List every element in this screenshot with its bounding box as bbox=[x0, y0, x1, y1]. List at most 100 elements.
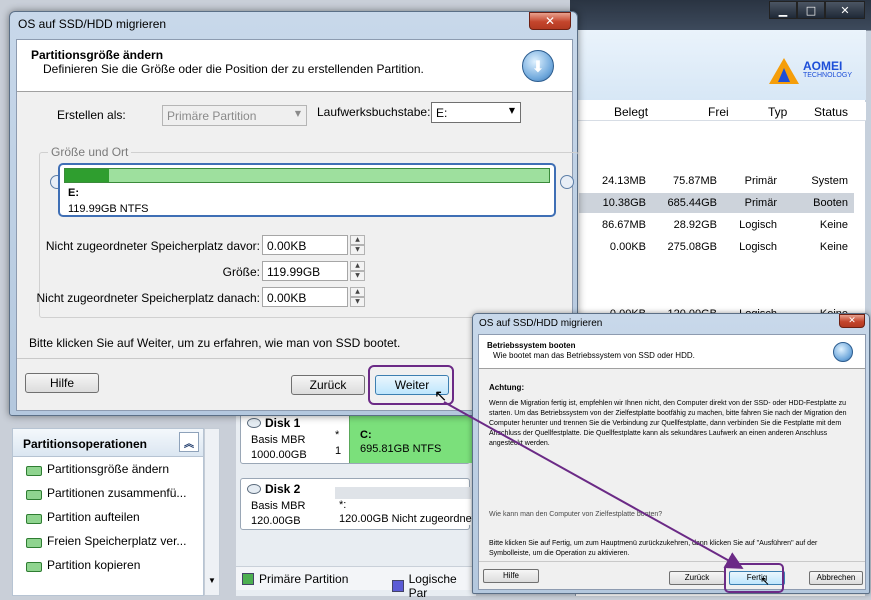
size-input[interactable]: 119.99GB bbox=[262, 261, 348, 281]
disk-type: Basis MBR bbox=[251, 434, 306, 446]
finish-button-highlight bbox=[724, 563, 784, 593]
column-frei[interactable]: Frei bbox=[708, 105, 729, 119]
partition-size: 120.00GB Nicht zugeordnet bbox=[339, 513, 475, 525]
partition-letter: E: bbox=[68, 187, 79, 199]
disk-size: 1000.00GB bbox=[251, 449, 307, 461]
dialog-header: Partitionsgröße ändern Definieren Sie di… bbox=[17, 40, 572, 92]
legend-logical-swatch bbox=[392, 580, 404, 592]
partition-size: 695.81GB NTFS bbox=[360, 443, 442, 455]
sidebar-item-label: Partition aufteilen bbox=[47, 510, 140, 524]
cell-typ: Logisch bbox=[739, 241, 777, 253]
sidebar-item-label: Partition kopieren bbox=[47, 558, 141, 572]
table-row[interactable]: 24.13MB 75.87MB Primär System bbox=[576, 171, 854, 191]
partition-size: 119.99GB NTFS bbox=[68, 203, 149, 215]
sidebar-title: Partitionsoperationen bbox=[23, 437, 148, 451]
window-close-button[interactable]: ✕ bbox=[825, 1, 865, 19]
operations-sidebar: Partitionsoperationen ︽ Partitionsgröße … bbox=[12, 428, 204, 596]
legend-primary: Primäre Partition bbox=[259, 572, 349, 586]
sidebar-item-merge[interactable]: Partitionen zusammenfü... bbox=[13, 481, 203, 505]
unalloc-before-input[interactable]: 0.00KB bbox=[262, 235, 348, 255]
sidebar-item-copy[interactable]: Partition kopieren bbox=[13, 553, 203, 577]
sidebar-item-split[interactable]: Partition aufteilen bbox=[13, 505, 203, 529]
disk-icon bbox=[247, 418, 261, 428]
group-label: Größe und Ort bbox=[48, 145, 132, 159]
create-as-select[interactable]: Primäre Partition ▼ bbox=[162, 105, 307, 126]
copy-partition-icon bbox=[25, 558, 42, 572]
table-row[interactable]: 86.67MB 28.92GB Logisch Keine bbox=[576, 215, 854, 235]
collapse-icon[interactable]: ︽ bbox=[179, 432, 199, 452]
sidebar-scrollbar[interactable]: ▼ bbox=[204, 428, 220, 596]
unalloc-before-spinner[interactable]: ▲ ▼ bbox=[350, 235, 365, 255]
mouse-cursor-icon: ↖ bbox=[434, 386, 448, 405]
dialog2-help-button[interactable]: Hilfe bbox=[483, 569, 539, 583]
create-as-label: Erstellen als: bbox=[57, 108, 126, 122]
partition-number: 1 bbox=[335, 445, 342, 457]
column-belegt[interactable]: Belegt bbox=[614, 105, 648, 119]
logo-name: AOMEI bbox=[802, 59, 843, 73]
table-row[interactable]: 0.00KB 275.08GB Logisch Keine bbox=[576, 237, 854, 257]
cell-belegt: 0.00KB bbox=[609, 241, 646, 253]
dialog2-body: Betriebssystem booten Wie bootet man das… bbox=[478, 334, 866, 593]
dialog-title: OS auf SSD/HDD migrieren bbox=[18, 17, 167, 31]
cell-status: Booten bbox=[813, 197, 848, 209]
minimize-button[interactable]: ▁ bbox=[769, 1, 797, 19]
legend-primary-swatch bbox=[242, 573, 254, 585]
partition-c[interactable]: C: 695.81GB NTFS bbox=[349, 413, 473, 463]
back-button[interactable]: Zurück bbox=[291, 375, 365, 395]
partition-resize-box[interactable]: E: 119.99GB NTFS bbox=[58, 163, 556, 217]
disk-name: Disk 2 bbox=[265, 482, 301, 496]
attention-label: Achtung: bbox=[489, 383, 525, 392]
spin-up-icon[interactable]: ▲ bbox=[350, 287, 365, 297]
disk-icon bbox=[247, 484, 261, 494]
cell-frei: 685.44GB bbox=[667, 197, 717, 209]
size-location-group: Größe und Ort E: 119.99GB NTFS Nicht zug… bbox=[37, 145, 579, 318]
dialog2-back-button[interactable]: Zurück bbox=[669, 571, 725, 585]
help-button[interactable]: Hilfe bbox=[25, 373, 99, 393]
scroll-down-icon[interactable]: ▼ bbox=[208, 576, 216, 585]
dialog2-header-title: Betriebssystem booten bbox=[487, 341, 576, 350]
aomei-logo: AOMEI TECHNOLOGY bbox=[768, 58, 852, 84]
column-status[interactable]: Status bbox=[814, 105, 848, 119]
unalloc-after-input[interactable]: 0.00KB bbox=[262, 287, 348, 307]
mouse-cursor-icon: ↖ bbox=[760, 574, 771, 588]
drive-letter-label: Laufwerksbuchstabe: bbox=[317, 105, 431, 119]
spin-down-icon[interactable]: ▼ bbox=[350, 297, 365, 307]
cell-typ: Primär bbox=[744, 175, 777, 187]
spin-up-icon[interactable]: ▲ bbox=[350, 261, 365, 271]
finish-hint: Bitte klicken Sie auf Fertig, um zum Hau… bbox=[489, 540, 818, 557]
spin-down-icon[interactable]: ▼ bbox=[350, 245, 365, 255]
header-title: Partitionsgröße ändern bbox=[31, 48, 164, 62]
logo-sub: TECHNOLOGY bbox=[802, 72, 852, 79]
table-row-selected[interactable]: 10.38GB 685.44GB Primär Booten bbox=[576, 193, 854, 213]
window-controls: ▁ □ ✕ bbox=[769, 1, 865, 19]
sidebar-item-allocate[interactable]: Freien Speicherplatz ver... bbox=[13, 529, 203, 553]
size-spinner[interactable]: ▲ ▼ bbox=[350, 261, 365, 281]
disk-1-card[interactable]: Disk 1 Basis MBR 1000.00GB * 1 C: 695.81… bbox=[240, 412, 473, 464]
spin-down-icon[interactable]: ▼ bbox=[350, 271, 365, 281]
dialog2-header: Betriebssystem booten Wie bootet man das… bbox=[479, 335, 865, 369]
dialog-close-button[interactable]: ✕ bbox=[529, 12, 571, 30]
merge-partition-icon bbox=[25, 486, 42, 500]
boot-help-link[interactable]: Wie kann man den Computer von Zielfestpl… bbox=[489, 511, 662, 518]
right-resize-handle[interactable] bbox=[560, 175, 574, 189]
sidebar-item-resize[interactable]: Partitionsgröße ändern bbox=[13, 457, 203, 481]
cell-belegt: 86.67MB bbox=[601, 219, 646, 231]
unalloc-after-spinner[interactable]: ▲ ▼ bbox=[350, 287, 365, 307]
cell-typ: Logisch bbox=[739, 219, 777, 231]
disk-download-icon: ⬇ bbox=[522, 50, 554, 82]
spin-up-icon[interactable]: ▲ bbox=[350, 235, 365, 245]
unalloc-before-label: Nicht zugeordneter Speicherplatz davor: bbox=[45, 239, 260, 253]
partition-letter: *: bbox=[339, 499, 347, 511]
create-as-value: Primäre Partition bbox=[167, 109, 257, 123]
column-typ[interactable]: Typ bbox=[768, 105, 787, 119]
aomei-logo-icon bbox=[768, 58, 799, 84]
disk-2-card[interactable]: Disk 2 Basis MBR 120.00GB *: 120.00GB Ni… bbox=[240, 478, 475, 530]
cell-status: Keine bbox=[819, 219, 848, 231]
partition-unallocated[interactable]: *: 120.00GB Nicht zugeordnet bbox=[335, 487, 475, 525]
maximize-button[interactable]: □ bbox=[797, 1, 825, 19]
dialog2-close-button[interactable]: ✕ bbox=[839, 314, 865, 328]
header-subtitle: Definieren Sie die Größe oder die Positi… bbox=[43, 62, 424, 76]
cell-frei: 275.08GB bbox=[667, 241, 717, 253]
cancel-button[interactable]: Abbrechen bbox=[809, 571, 863, 585]
drive-letter-select[interactable]: E: ▼ bbox=[431, 102, 521, 123]
